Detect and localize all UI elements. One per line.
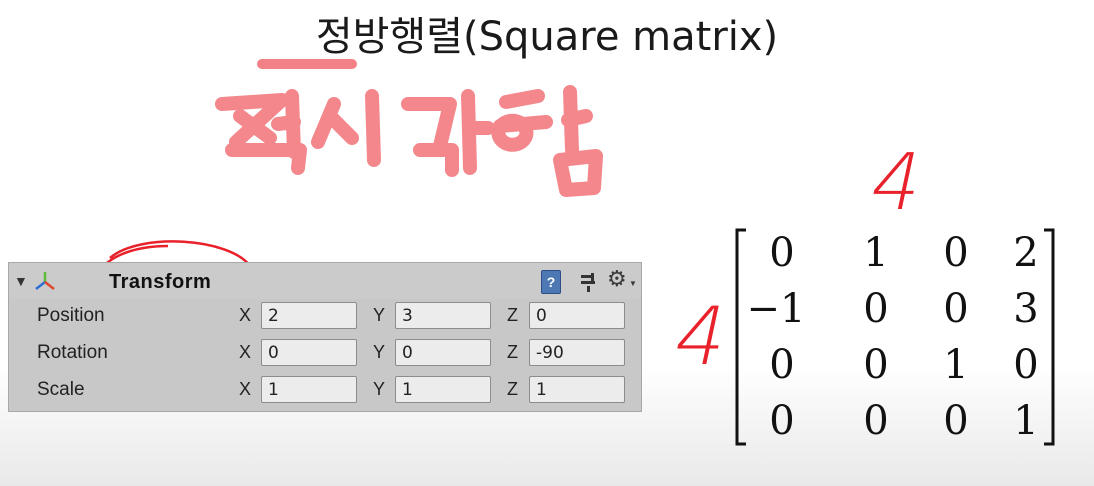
- transform-axis-icon: [35, 272, 55, 290]
- scale-y-field[interactable]: [395, 376, 491, 403]
- matrix-cell: 0: [863, 342, 889, 388]
- axis-x-label: X: [239, 379, 252, 399]
- matrix-cell: 3: [1013, 286, 1039, 332]
- axis-y-label: Y: [373, 379, 386, 399]
- matrix-cell: 0: [943, 286, 969, 332]
- matrix-cell: −1: [746, 286, 806, 332]
- component-header[interactable]: ▼ Transform ? ⚙ ▼: [9, 263, 641, 299]
- matrix-cell: 1: [943, 342, 969, 388]
- left-bracket: [735, 228, 746, 446]
- matrix-cell: 0: [1013, 342, 1039, 388]
- position-row: Position X Y Z: [9, 299, 641, 333]
- matrix-cell: 0: [863, 286, 889, 332]
- axis-y-label: Y: [373, 342, 386, 362]
- matrix-cell: 0: [943, 230, 969, 276]
- rotation-x-field[interactable]: [261, 339, 357, 366]
- transform-inspector: ▼ Transform ? ⚙ ▼ Position X Y Z Rotatio…: [8, 262, 642, 412]
- matrix-cell: 1: [1013, 398, 1039, 444]
- scale-x-field[interactable]: [261, 376, 357, 403]
- matrix-cell: 0: [863, 398, 889, 444]
- scale-z-field[interactable]: [529, 376, 625, 403]
- axis-z-label: Z: [507, 379, 518, 399]
- matrix-cell: 0: [943, 398, 969, 444]
- matrix-cell: 0: [769, 398, 795, 444]
- matrix-cell: 1: [863, 230, 889, 276]
- matrix-cell: 0: [769, 342, 795, 388]
- matrix-cell: 2: [1013, 230, 1039, 276]
- position-x-field[interactable]: [261, 302, 357, 329]
- axis-z-label: Z: [507, 342, 518, 362]
- matrix-cell: 0: [769, 230, 795, 276]
- preset-icon[interactable]: [579, 272, 599, 292]
- axis-x-label: X: [239, 342, 252, 362]
- axis-z-label: Z: [507, 305, 518, 325]
- chevron-down-icon[interactable]: ▼: [629, 279, 637, 288]
- axis-x-label: X: [239, 305, 252, 325]
- position-z-field[interactable]: [529, 302, 625, 329]
- scale-row: Scale X Y Z: [9, 373, 641, 407]
- korean-handwriting: [215, 85, 603, 197]
- square-matrix: 0 1 0 2 −1 0 0 3 0 0 1 0 0 0 0 1: [734, 228, 1056, 446]
- rotation-z-field[interactable]: [529, 339, 625, 366]
- help-icon[interactable]: ?: [541, 270, 561, 294]
- rotation-row: Rotation X Y Z: [9, 336, 641, 370]
- position-y-field[interactable]: [395, 302, 491, 329]
- scale-label: Scale: [37, 379, 85, 400]
- rotation-y-field[interactable]: [395, 339, 491, 366]
- rotation-label: Rotation: [37, 342, 108, 363]
- component-title: Transform: [109, 271, 212, 293]
- position-label: Position: [37, 305, 105, 326]
- fold-arrow-icon[interactable]: ▼: [14, 273, 28, 289]
- gear-icon[interactable]: ⚙: [607, 266, 627, 292]
- axis-y-label: Y: [373, 305, 386, 325]
